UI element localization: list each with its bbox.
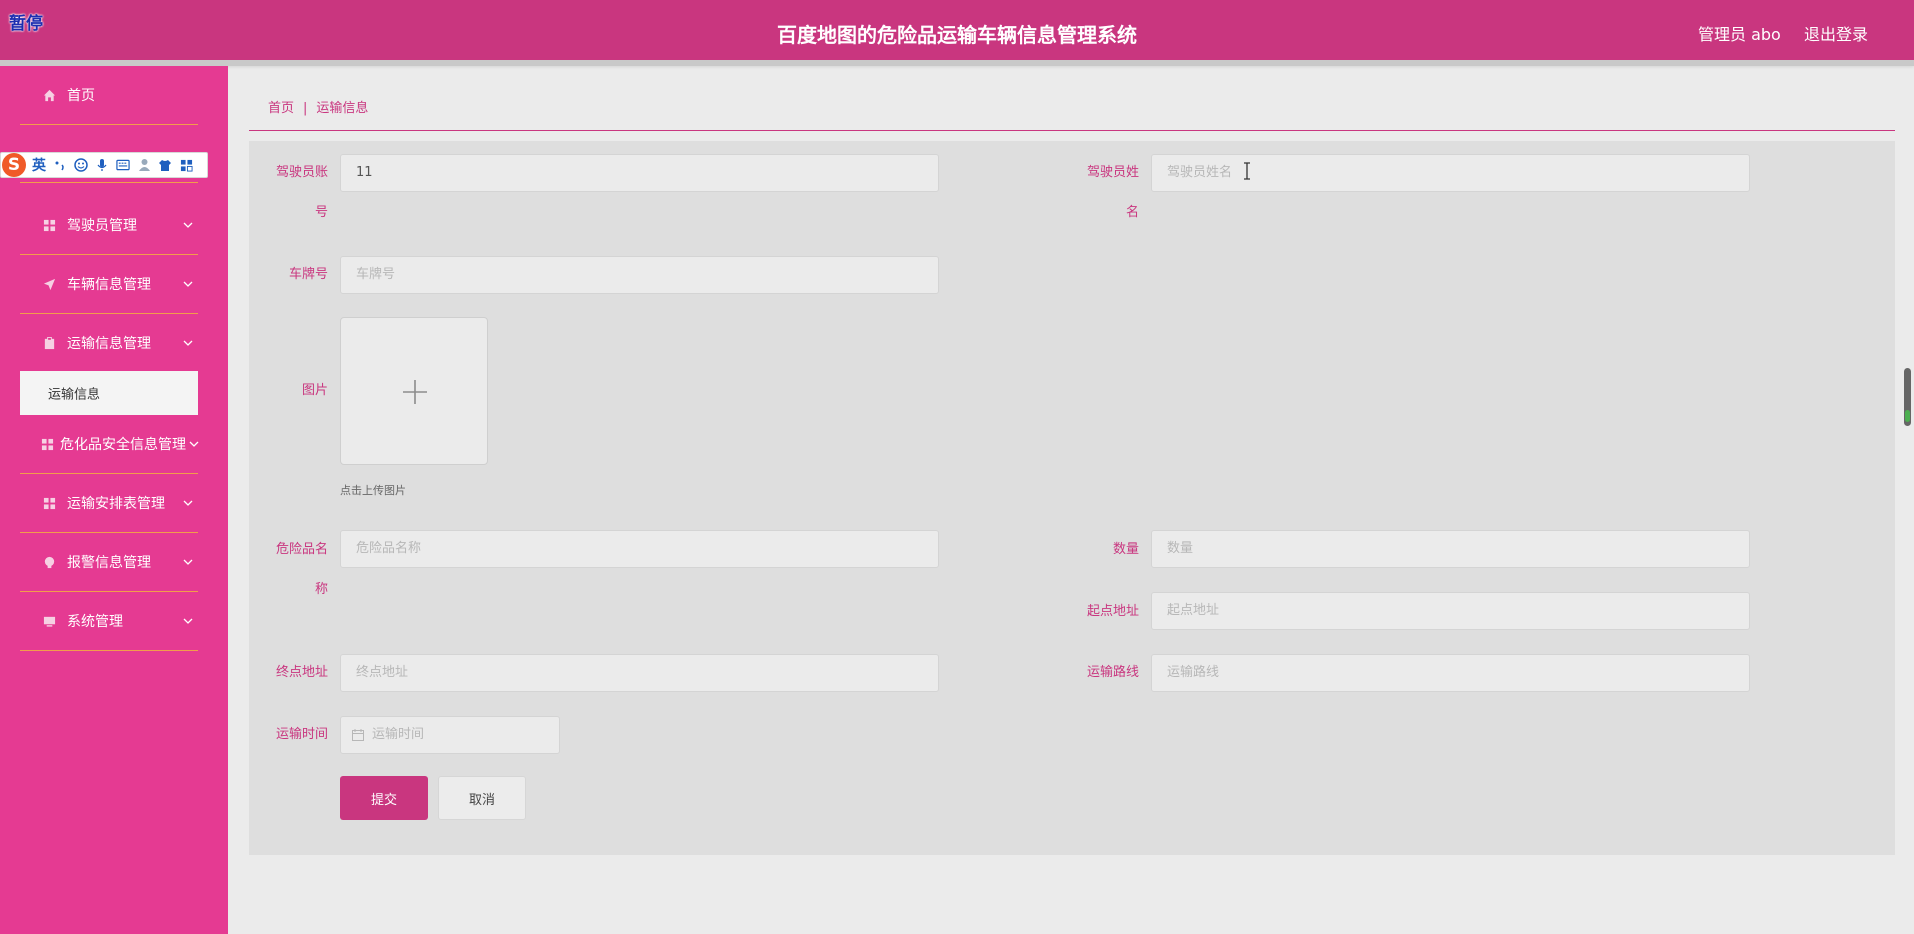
hazard-name-label: 危险品名称 (275, 542, 328, 597)
plus-icon (403, 380, 427, 404)
sidebar-item-label: 危化品安全信息管理 (60, 437, 186, 453)
chevron-down-icon (189, 441, 199, 447)
chevron-down-icon (183, 559, 193, 565)
sidebar-item-label: 运输信息管理 (67, 336, 151, 352)
route-label: 运输路线 (1086, 665, 1139, 680)
breadcrumb: 首页 | 运输信息 (268, 97, 368, 116)
image-upload-box[interactable] (340, 317, 488, 465)
app-title: 百度地图的危险品运输车辆信息管理系统 (777, 23, 1137, 47)
chevron-down-icon (183, 281, 193, 287)
sidebar-item-hazmat-safety[interactable]: 危化品安全信息管理 (20, 415, 199, 474)
image-label: 图片 (301, 383, 328, 398)
origin-field[interactable]: 起点地址 (1151, 592, 1750, 630)
sidebar-subitem-transport-info[interactable]: 运输信息 (20, 371, 198, 415)
breadcrumb-current: 运输信息 (316, 101, 369, 116)
sidebar-item-label: 首页 (67, 88, 95, 104)
sidebar-item-system[interactable]: 系统管理 (20, 592, 198, 651)
user-icon[interactable] (137, 158, 151, 172)
header-divider (0, 60, 1914, 66)
sidebar-item-label: 车辆信息管理 (67, 277, 151, 293)
sidebar-item-vehicle[interactable]: 车辆信息管理 (20, 255, 198, 314)
keyboard-icon[interactable] (116, 158, 130, 172)
sidebar-item-schedule[interactable]: 运输安排表管理 (20, 474, 198, 533)
grid-icon (42, 218, 56, 232)
sidebar-item-label: 报警信息管理 (67, 555, 151, 571)
logout-link[interactable]: 退出登录 (1804, 21, 1868, 45)
transport-time-picker[interactable]: 运输时间 (340, 716, 560, 754)
grid-icon (42, 496, 56, 510)
current-user: 管理员 abo (1698, 25, 1781, 44)
text-cursor-icon (1244, 162, 1250, 180)
ime-toolbar[interactable]: S 英 (0, 152, 208, 178)
sidebar-item-home[interactable]: 首页 (20, 66, 198, 125)
quantity-field[interactable]: 数量 (1151, 530, 1750, 568)
driver-account-field[interactable]: 11 (340, 154, 939, 192)
destination-field[interactable]: 终点地址 (340, 654, 939, 692)
driver-account-label: 驾驶员账号 (275, 165, 328, 220)
plate-field[interactable]: 车牌号 (340, 256, 939, 294)
calendar-icon (352, 729, 364, 741)
home-icon (42, 88, 56, 102)
sidebar-item-driver[interactable]: 驾驶员管理 (20, 196, 198, 255)
toolbox-icon[interactable] (179, 158, 193, 172)
route-field[interactable]: 运输路线 (1151, 654, 1750, 692)
origin-label: 起点地址 (1086, 604, 1139, 619)
chevron-down-icon (183, 618, 193, 624)
sidebar-item-label: 运输安排表管理 (67, 496, 165, 512)
transport-time-placeholder: 运输时间 (372, 727, 425, 742)
breadcrumb-separator: | (303, 101, 308, 116)
chevron-down-icon (183, 340, 193, 346)
monitor-icon (42, 614, 56, 628)
cancel-button[interactable]: 取消 (438, 776, 526, 820)
destination-label: 终点地址 (275, 665, 328, 680)
upload-hint: 点击上传图片 (340, 484, 406, 497)
skin-icon[interactable] (158, 158, 172, 172)
hazard-name-field[interactable]: 危险品名称 (340, 530, 939, 568)
breadcrumb-divider (249, 130, 1895, 131)
grid-icon (40, 437, 54, 451)
driver-name-field[interactable]: 驾驶员姓名 (1151, 154, 1750, 192)
sidebar-subitem-label: 运输信息 (48, 387, 101, 403)
sidebar-item-label: 系统管理 (67, 614, 123, 630)
sidebar-item-alarm[interactable]: 报警信息管理 (20, 533, 198, 592)
sidebar: 首页 驾驶员管理 车辆信息管理 运输信息管理 运输信息 危化品安全信息管理 运输… (0, 66, 228, 934)
punctuation-icon[interactable] (53, 158, 67, 172)
ime-logo[interactable]: S (2, 153, 26, 177)
quantity-label: 数量 (1112, 542, 1139, 557)
bulb-icon (42, 555, 56, 569)
chevron-down-icon (183, 500, 193, 506)
paper-plane-icon (42, 277, 56, 291)
transport-time-label: 运输时间 (275, 727, 328, 742)
sidebar-item-transport[interactable]: 运输信息管理 (20, 314, 198, 373)
plate-label: 车牌号 (288, 267, 328, 282)
driver-name-label: 驾驶员姓名 (1086, 165, 1139, 220)
ime-mode[interactable]: 英 (32, 155, 46, 175)
top-header: 暂停 百度地图的危险品运输车辆信息管理系统 管理员 abo 退出登录 (0, 0, 1914, 64)
clipboard-icon (42, 336, 56, 350)
page-scrollbar[interactable] (1904, 368, 1911, 426)
breadcrumb-home[interactable]: 首页 (268, 101, 294, 116)
sidebar-item-label: 驾驶员管理 (67, 218, 137, 234)
microphone-icon[interactable] (95, 158, 109, 172)
submit-button[interactable]: 提交 (340, 776, 428, 820)
emoji-icon[interactable] (74, 158, 88, 172)
chevron-down-icon (183, 222, 193, 228)
